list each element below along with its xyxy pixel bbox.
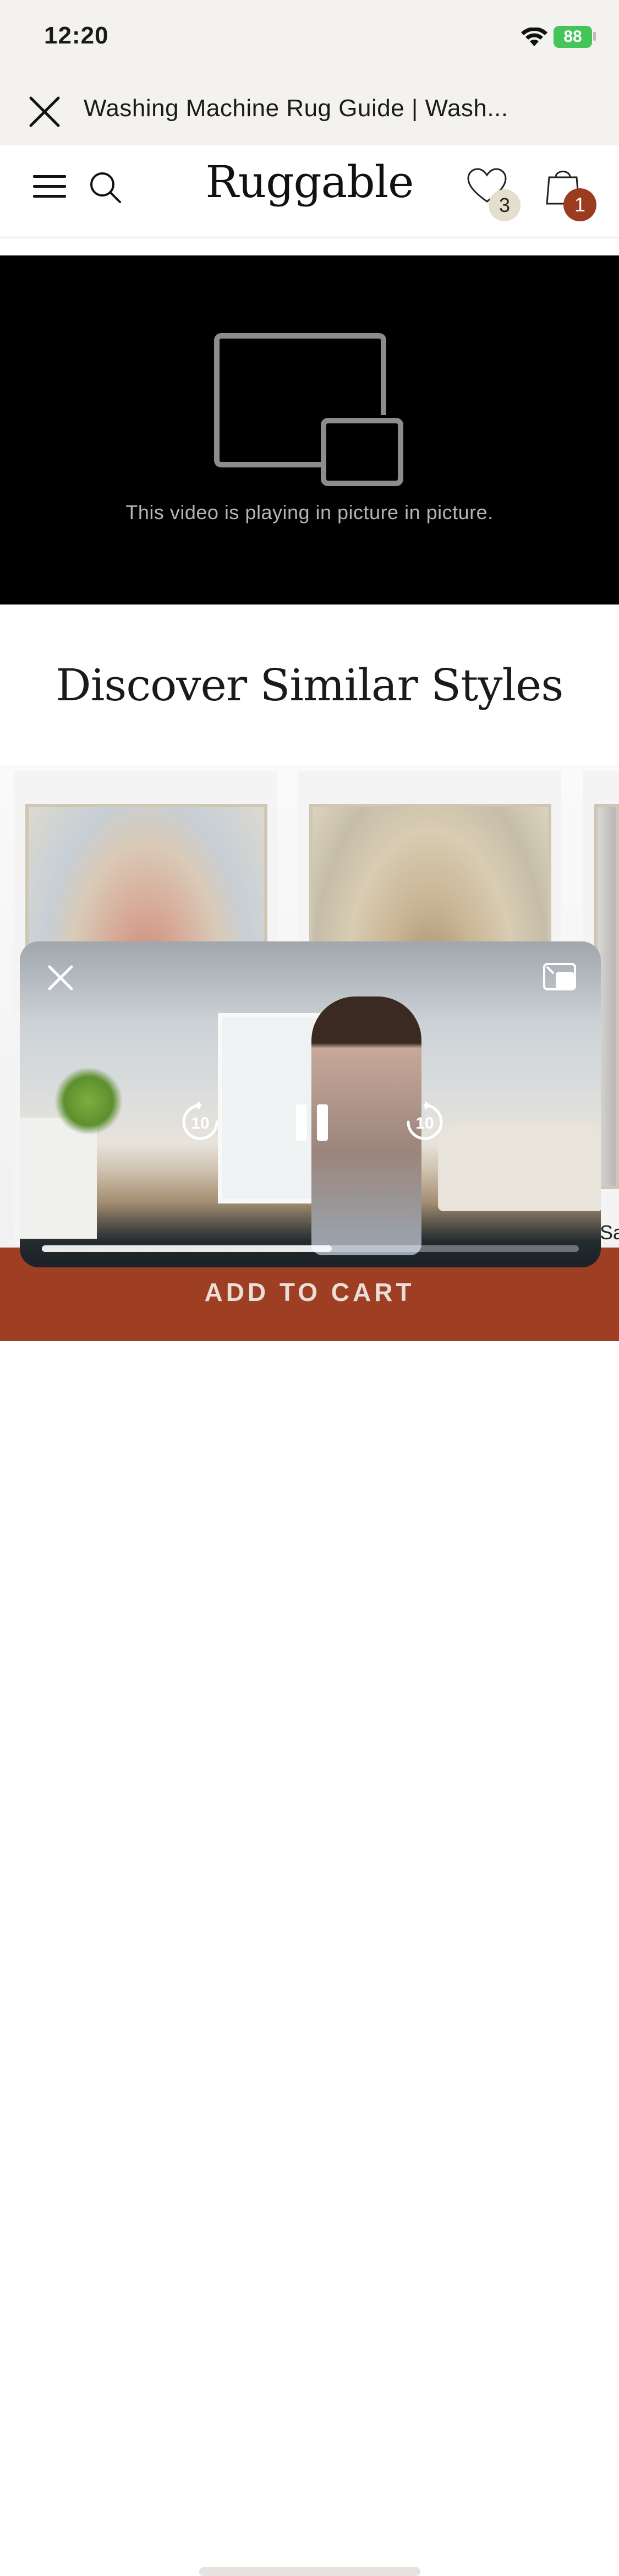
pip-restore-icon[interactable] (543, 962, 577, 991)
pip-progress-bar[interactable] (42, 1245, 579, 1252)
skip-forward-button[interactable]: 10 (404, 1101, 446, 1143)
pip-close-icon[interactable] (46, 963, 75, 992)
browser-bar: Washing Machine Rug Guide | Wash... (0, 73, 619, 145)
pause-icon (296, 1104, 328, 1141)
section-heading: Discover Similar Styles (56, 660, 564, 711)
site-header: Ruggable 3 1 (0, 145, 619, 238)
skip-back-button[interactable]: 10 (179, 1101, 221, 1143)
brand-logo[interactable]: Ruggable (0, 156, 619, 208)
wishlist-count-badge: 3 (489, 189, 521, 221)
close-icon[interactable] (28, 95, 62, 129)
pip-video-window[interactable]: 10 10 (20, 941, 601, 1267)
add-to-cart-button[interactable]: ADD TO CART (0, 1277, 619, 1307)
skip-forward-label: 10 (415, 1114, 434, 1132)
picture-in-picture-icon (214, 333, 403, 486)
video-player-placeholder[interactable]: This video is playing in picture in pict… (0, 255, 619, 604)
pip-progress-fill (42, 1245, 332, 1252)
status-time: 12:20 (44, 22, 109, 49)
skip-back-icon: 10 (182, 1101, 218, 1140)
product-name-peek: Sa (600, 1221, 619, 1244)
skip-forward-icon: 10 (407, 1101, 443, 1140)
home-indicator (199, 2567, 420, 2576)
wifi-icon (521, 28, 547, 46)
video-frame-plant (53, 1068, 124, 1134)
pause-button[interactable] (294, 1101, 330, 1143)
cart-count-badge: 1 (563, 188, 596, 221)
browser-page-title: Washing Machine Rug Guide | Wash... (84, 95, 508, 122)
battery-nub (593, 32, 596, 41)
pip-status-text: This video is playing in picture in pict… (125, 501, 494, 524)
video-frame-cabinet (20, 1118, 97, 1239)
skip-back-label: 10 (191, 1114, 209, 1132)
status-bar: 12:20 88 (0, 0, 619, 73)
video-frame-sofa (438, 1123, 601, 1211)
battery-icon: 88 (554, 26, 592, 48)
